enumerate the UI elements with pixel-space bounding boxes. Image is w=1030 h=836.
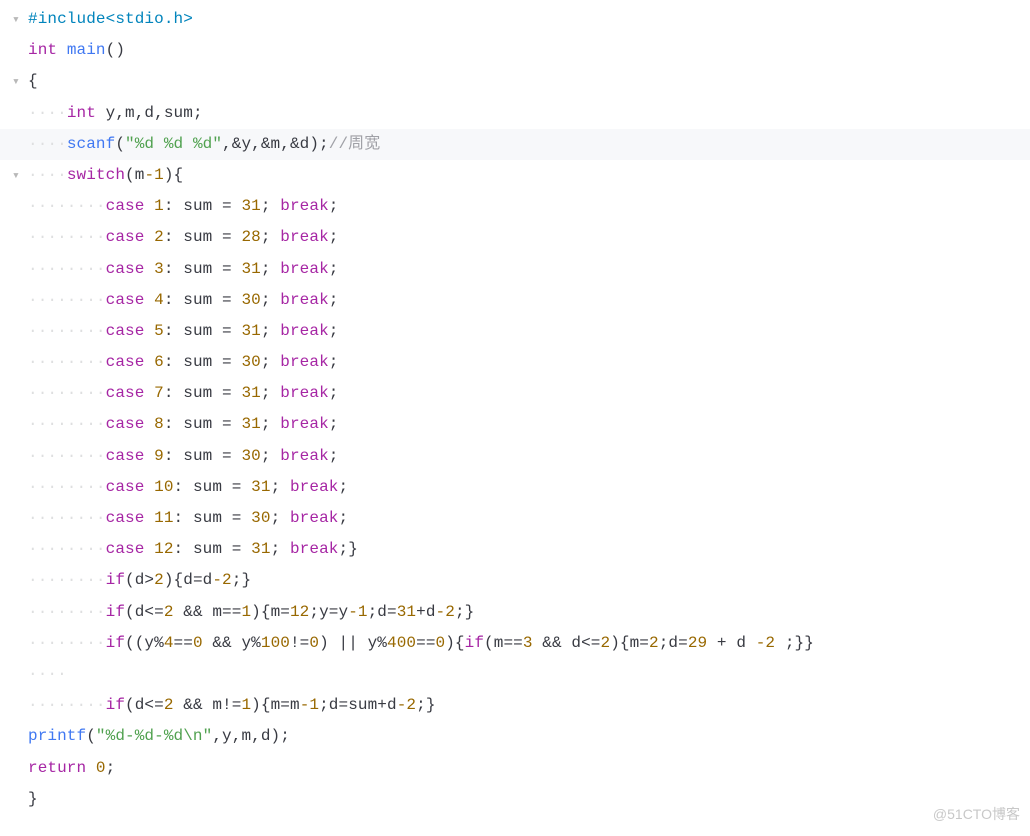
- code-content: ········case 3: sum = 31; break;: [28, 254, 1030, 285]
- code-content: ········if(d<=2 && m!=1){m=m-1;d=sum+d-2…: [28, 690, 1030, 721]
- code-line: int main(): [0, 35, 1030, 66]
- code-line: ········case 6: sum = 30; break;: [0, 347, 1030, 378]
- fold-gutter-icon[interactable]: ▾: [4, 4, 28, 35]
- code-content: ····: [28, 659, 1030, 690]
- fold-gutter-icon[interactable]: ▾: [4, 66, 28, 97]
- code-line: ········case 9: sum = 30; break;: [0, 441, 1030, 472]
- code-line: ········case 11: sum = 30; break;: [0, 503, 1030, 534]
- code-content: ········case 5: sum = 31; break;: [28, 316, 1030, 347]
- code-line: ········case 3: sum = 31; break;: [0, 254, 1030, 285]
- code-line: ········case 12: sum = 31; break;}: [0, 534, 1030, 565]
- code-content: ····switch(m-1){: [28, 160, 1030, 191]
- code-content: ········case 6: sum = 30; break;: [28, 347, 1030, 378]
- code-line: ▾#include<stdio.h>: [0, 4, 1030, 35]
- code-content: int main(): [28, 35, 1030, 66]
- code-line: ▾····switch(m-1){: [0, 160, 1030, 191]
- code-content: ········if((y%4==0 && y%100!=0) || y%400…: [28, 628, 1030, 659]
- code-content: return 0;: [28, 753, 1030, 784]
- code-content: ········case 9: sum = 30; break;: [28, 441, 1030, 472]
- code-content: ····scanf("%d %d %d",&y,&m,&d);//周宽: [28, 129, 1030, 160]
- code-line: ····scanf("%d %d %d",&y,&m,&d);//周宽: [0, 129, 1030, 160]
- code-content: {: [28, 66, 1030, 97]
- code-line: ········if(d>2){d=d-2;}: [0, 565, 1030, 596]
- watermark: @51CTO博客: [933, 801, 1020, 828]
- code-line: ········if((y%4==0 && y%100!=0) || y%400…: [0, 628, 1030, 659]
- code-content: ········case 8: sum = 31; break;: [28, 409, 1030, 440]
- code-content: printf("%d-%d-%d\n",y,m,d);: [28, 721, 1030, 752]
- fold-gutter-icon[interactable]: ▾: [4, 160, 28, 191]
- code-line: ········case 1: sum = 31; break;: [0, 191, 1030, 222]
- code-line: ········if(d<=2 && m!=1){m=m-1;d=sum+d-2…: [0, 690, 1030, 721]
- code-line: ▾{: [0, 66, 1030, 97]
- code-block: ▾#include<stdio.h>int main()▾{····int y,…: [0, 0, 1030, 815]
- code-line: ········case 4: sum = 30; break;: [0, 285, 1030, 316]
- code-content: ········case 11: sum = 30; break;: [28, 503, 1030, 534]
- code-line: ····int y,m,d,sum;: [0, 98, 1030, 129]
- code-content: }: [28, 784, 1030, 815]
- code-content: ········case 4: sum = 30; break;: [28, 285, 1030, 316]
- code-content: ····int y,m,d,sum;: [28, 98, 1030, 129]
- code-line: printf("%d-%d-%d\n",y,m,d);: [0, 721, 1030, 752]
- code-content: ········case 2: sum = 28; break;: [28, 222, 1030, 253]
- code-line: return 0;: [0, 753, 1030, 784]
- code-content: ········if(d>2){d=d-2;}: [28, 565, 1030, 596]
- code-content: ········if(d<=2 && m==1){m=12;y=y-1;d=31…: [28, 597, 1030, 628]
- code-line: ········case 5: sum = 31; break;: [0, 316, 1030, 347]
- code-line: ····: [0, 659, 1030, 690]
- code-content: ········case 1: sum = 31; break;: [28, 191, 1030, 222]
- code-line: ········if(d<=2 && m==1){m=12;y=y-1;d=31…: [0, 597, 1030, 628]
- code-line: ········case 2: sum = 28; break;: [0, 222, 1030, 253]
- code-content: ········case 10: sum = 31; break;: [28, 472, 1030, 503]
- code-line: ········case 7: sum = 31; break;: [0, 378, 1030, 409]
- code-line: }: [0, 784, 1030, 815]
- code-line: ········case 10: sum = 31; break;: [0, 472, 1030, 503]
- code-line: ········case 8: sum = 31; break;: [0, 409, 1030, 440]
- code-content: ········case 12: sum = 31; break;}: [28, 534, 1030, 565]
- code-content: #include<stdio.h>: [28, 4, 1030, 35]
- code-content: ········case 7: sum = 31; break;: [28, 378, 1030, 409]
